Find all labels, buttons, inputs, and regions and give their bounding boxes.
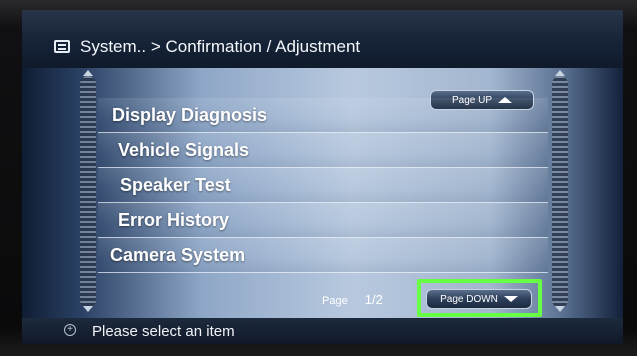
status-bar: + Please select an item: [22, 318, 623, 344]
scrollbar[interactable]: [552, 76, 568, 308]
menu-item-label: Camera System: [110, 244, 246, 265]
dial-icon: +: [64, 324, 76, 336]
menu-panel: Page UP Display Diagnosis Vehicle Signal…: [22, 68, 623, 344]
scroll-down-arrow-icon[interactable]: [555, 306, 565, 312]
scroll-down-arrow-icon-left: [83, 306, 93, 312]
left-scroll-ridge: [80, 76, 96, 308]
menu-item-vehicle-signals[interactable]: Vehicle Signals: [98, 133, 548, 168]
scroll-up-arrow-icon[interactable]: [555, 70, 565, 76]
scroll-up-arrow-icon-left: [83, 70, 93, 76]
menu-item-label: Speaker Test: [120, 174, 231, 195]
menu-list: Display Diagnosis Vehicle Signals Speake…: [98, 98, 548, 276]
breadcrumb-title: System.. > Confirmation / Adjustment: [80, 37, 361, 56]
menu-item-speaker-test[interactable]: Speaker Test: [98, 168, 548, 203]
menu-screen-icon: [54, 40, 70, 53]
menu-item-error-history[interactable]: Error History: [98, 203, 548, 238]
highlight-annotation-box: [417, 279, 542, 317]
menu-item-display-diagnosis[interactable]: Display Diagnosis: [98, 98, 548, 133]
menu-item-label: Display Diagnosis: [112, 104, 268, 125]
status-message: Please select an item: [92, 323, 235, 340]
menu-item-label: Vehicle Signals: [118, 139, 250, 160]
page-number: 1/2: [364, 292, 383, 307]
title-bar: System.. > Confirmation / Adjustment: [22, 10, 623, 68]
menu-item-label: Error History: [118, 209, 230, 230]
page-indicator: Page 1/2: [322, 292, 383, 307]
menu-item-camera-system[interactable]: Camera System: [98, 238, 548, 273]
nav-screen: System.. > Confirmation / Adjustment Pag…: [22, 10, 623, 344]
page-label: Page: [322, 295, 348, 307]
